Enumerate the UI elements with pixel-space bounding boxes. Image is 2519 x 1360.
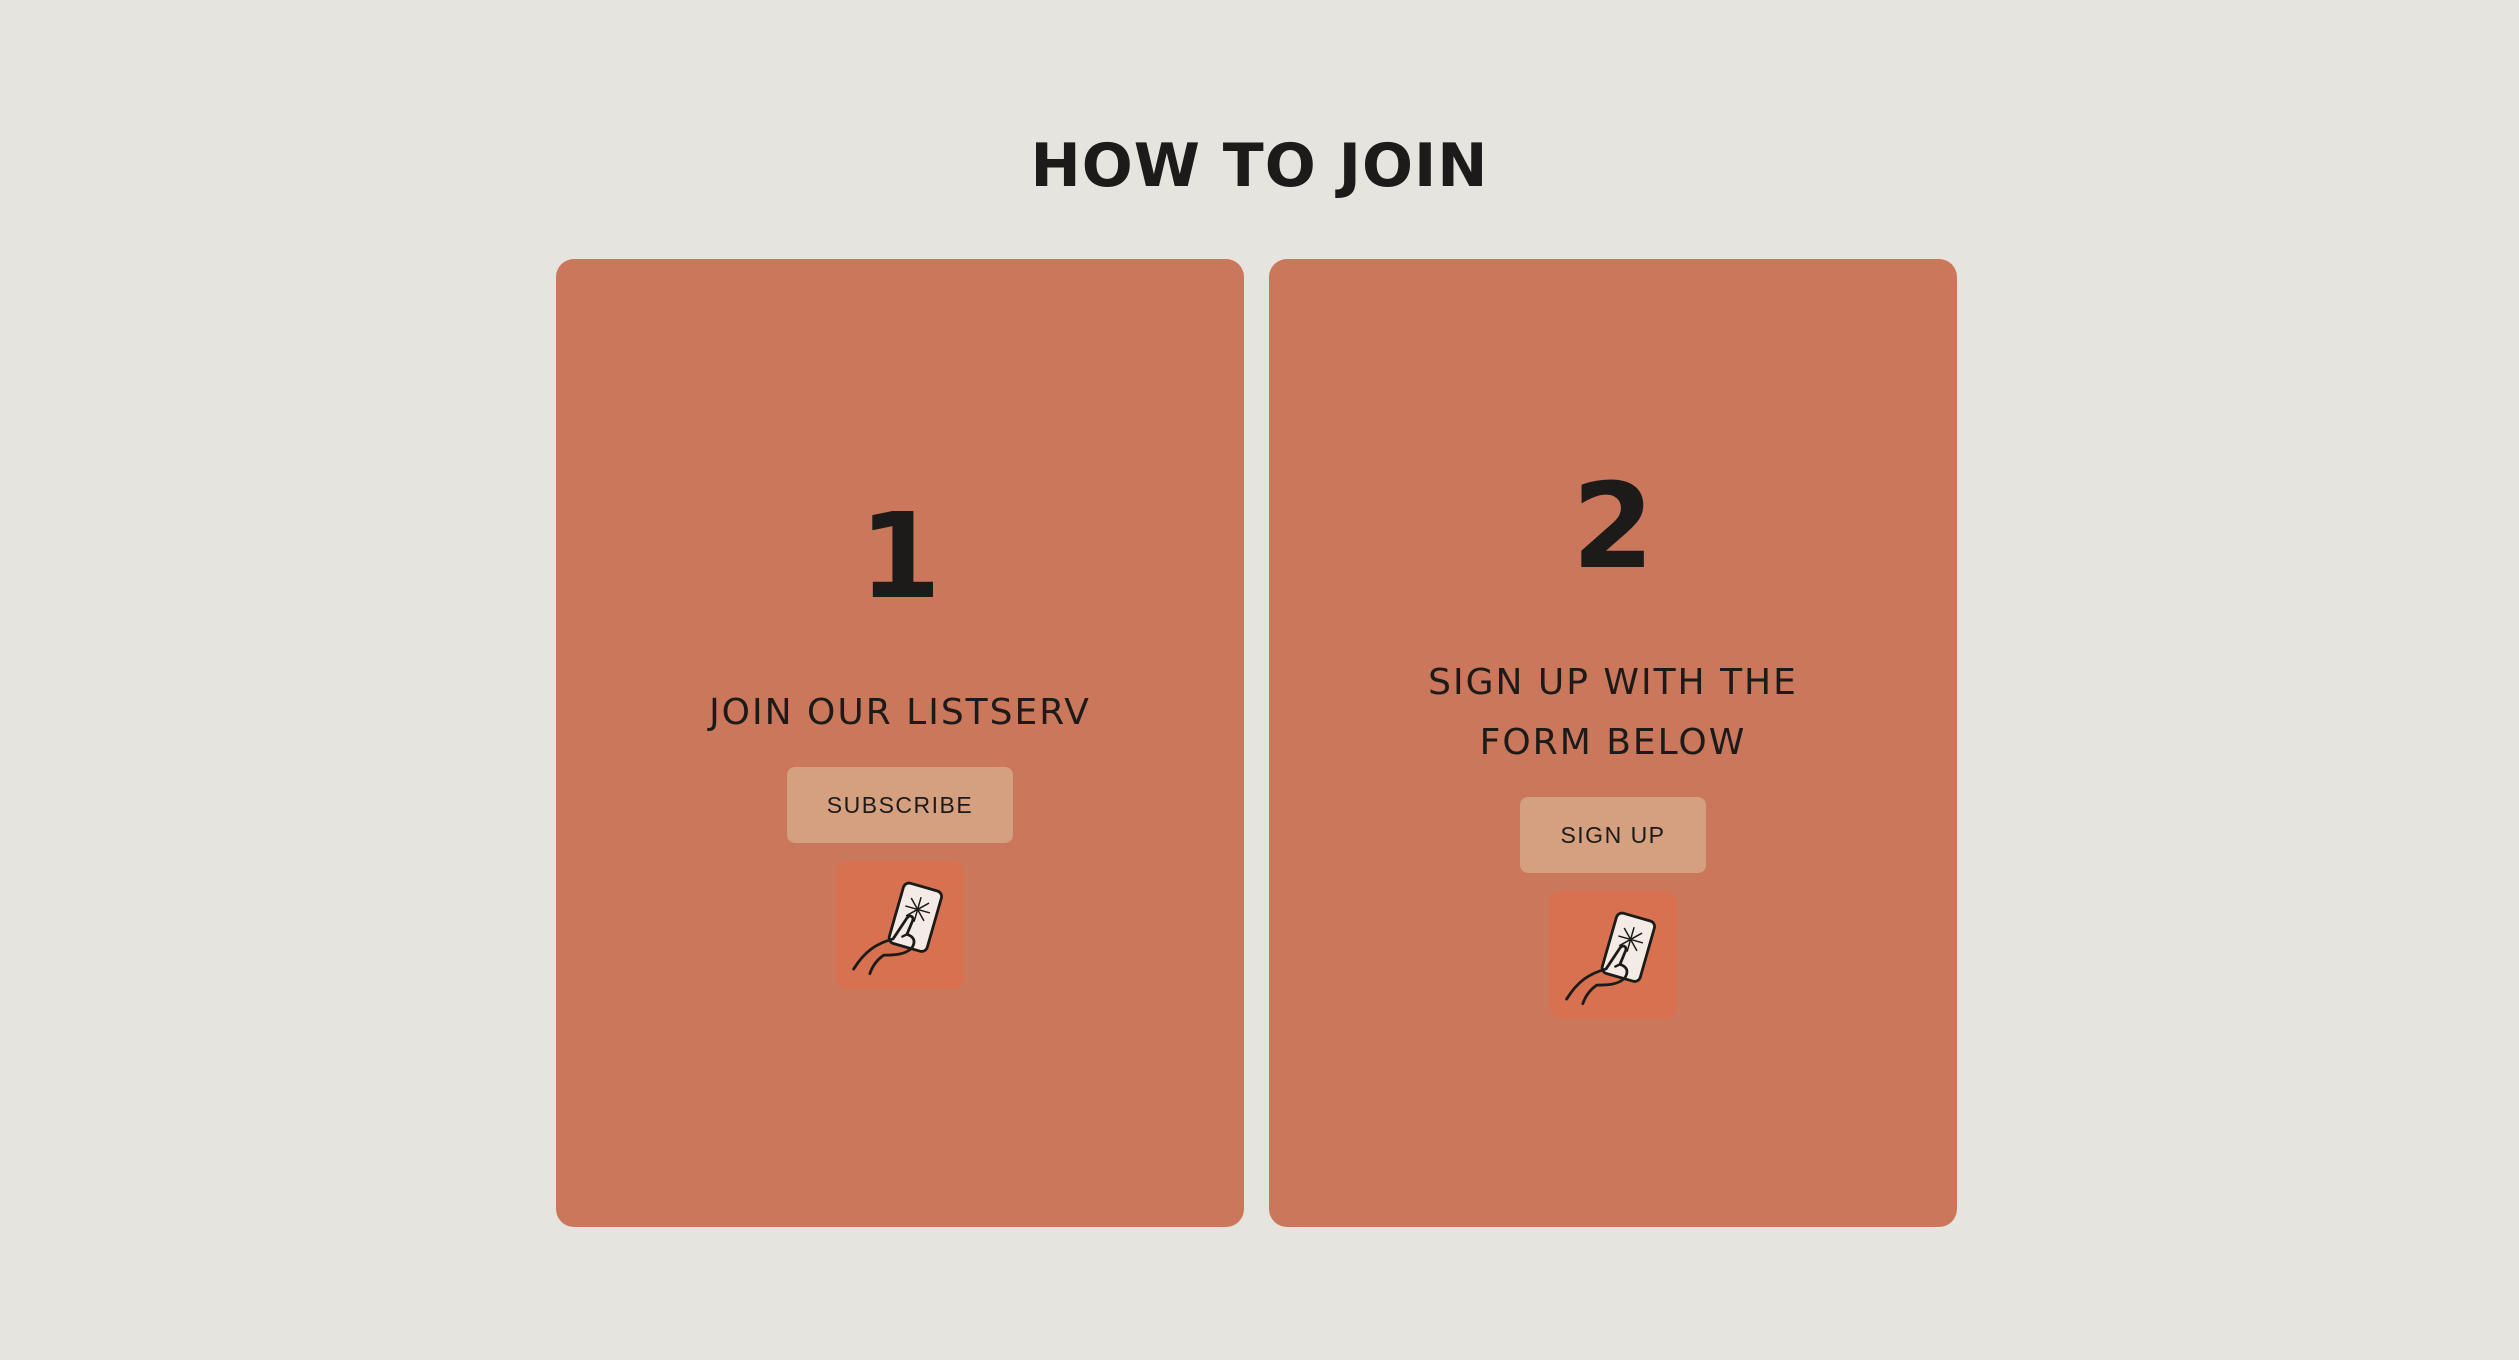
steps-container: 1 JOIN OUR LISTSERV SUBSCRIBE 2 SIGN UP … — [556, 259, 1957, 1227]
page-title: HOW TO JOIN — [1030, 131, 1489, 201]
hand-tapping-phone-icon — [836, 861, 964, 989]
step-text: SIGN UP WITH THE FORM BELOW — [1428, 662, 1798, 763]
step-card-2: 2 SIGN UP WITH THE FORM BELOW SIGN UP — [1269, 259, 1957, 1227]
step-text: JOIN OUR LISTSERV — [709, 692, 1091, 733]
sign-up-button[interactable]: SIGN UP — [1520, 797, 1706, 873]
step-number: 1 — [858, 487, 942, 625]
hand-tapping-phone-icon — [1549, 891, 1677, 1019]
subscribe-button[interactable]: SUBSCRIBE — [786, 767, 1014, 843]
step-number: 2 — [1571, 457, 1655, 595]
step-card-1: 1 JOIN OUR LISTSERV SUBSCRIBE — [556, 259, 1244, 1227]
